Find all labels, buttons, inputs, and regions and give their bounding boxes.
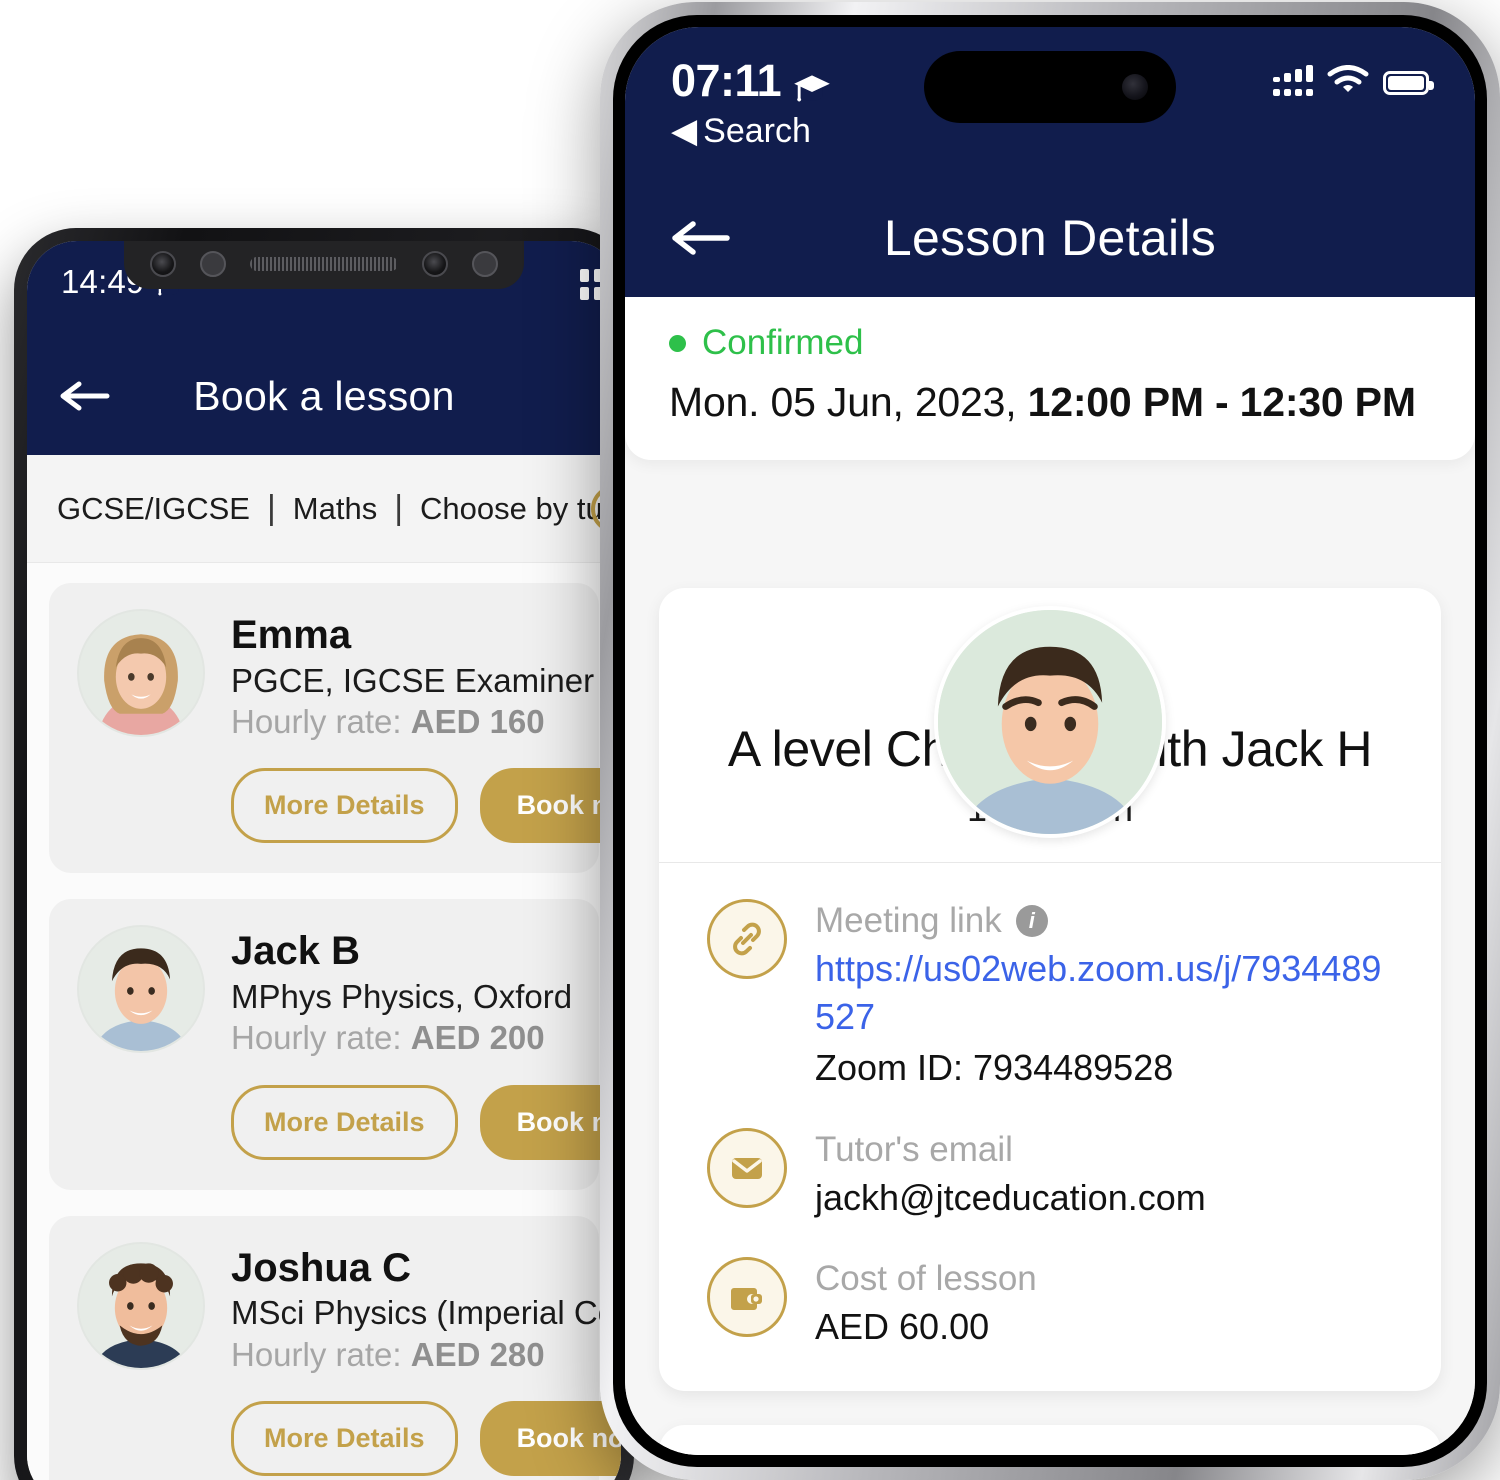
more-details-button[interactable]: More Details bbox=[231, 768, 458, 844]
tutor-email-body: Tutor's email jackh@jtceducation.com bbox=[815, 1128, 1393, 1222]
android-status-bar: 14:49 bbox=[27, 241, 621, 337]
tutor-rate: Hourly rate: AED 280 bbox=[231, 1335, 571, 1375]
status-badge: Confirmed bbox=[669, 323, 1431, 363]
android-phone-mockup: 14:49 Book a lesson GCSE/IGCSE | Maths |… bbox=[14, 228, 634, 1480]
android-screen: 14:49 Book a lesson GCSE/IGCSE | Maths |… bbox=[27, 241, 621, 1480]
meeting-link-row: Meeting link i https://us02web.zoom.us/j… bbox=[699, 863, 1401, 1092]
ios-app-header: Lesson Details bbox=[625, 179, 1475, 297]
ios-status-bar: 07:11 ◀ Search bbox=[625, 27, 1475, 179]
tutor-rate: Hourly rate: AED 160 bbox=[231, 702, 571, 742]
lesson-cost-label: Cost of lesson bbox=[815, 1259, 1037, 1299]
tutor-card[interactable]: Joshua C MSci Physics (Imperial College … bbox=[49, 1215, 621, 1480]
meeting-link-body: Meeting link i https://us02web.zoom.us/j… bbox=[815, 899, 1393, 1092]
avatar bbox=[934, 606, 1166, 838]
tutor-rate: Hourly rate: AED 200 bbox=[231, 1018, 571, 1058]
next-section-card[interactable] bbox=[659, 1424, 1441, 1455]
ambient-sensor-icon bbox=[472, 251, 498, 277]
tutor-qualification: MSci Physics (Imperial College bbox=[231, 1294, 621, 1332]
battery-icon bbox=[1383, 70, 1434, 95]
more-details-button[interactable]: More Details bbox=[231, 1084, 458, 1160]
tutor-card-top: Joshua C MSci Physics (Imperial College … bbox=[77, 1241, 621, 1375]
signal-bars-icon bbox=[1273, 64, 1313, 96]
avatar bbox=[77, 1241, 205, 1370]
lesson-cost-value: AED 60.00 bbox=[815, 1306, 990, 1348]
tutor-rate-label: Hourly rate: bbox=[231, 1019, 402, 1057]
tutor-qualification: PGCE, IGCSE Examiner bbox=[231, 661, 595, 699]
tutor-list: Emma PGCE, IGCSE Examiner Hourly rate: A… bbox=[27, 563, 621, 1480]
breadcrumb-item-level[interactable]: GCSE/IGCSE bbox=[57, 491, 250, 527]
tutor-name: Joshua C bbox=[231, 1245, 412, 1290]
envelope-icon bbox=[707, 1127, 787, 1208]
tutor-rate-label: Hourly rate: bbox=[231, 1335, 402, 1373]
tutor-info: Emma PGCE, IGCSE Examiner Hourly rate: A… bbox=[231, 609, 595, 742]
iphone-bezel: 07:11 ◀ Search Lesson Details Confirmed … bbox=[613, 15, 1487, 1467]
link-icon bbox=[707, 899, 787, 979]
iphone-screen: 07:11 ◀ Search Lesson Details Confirmed … bbox=[625, 27, 1475, 1455]
tutor-card[interactable]: Jack B MPhys Physics, Oxford Hourly rate… bbox=[49, 899, 621, 1190]
tutor-rate-value: AED 200 bbox=[410, 1019, 545, 1057]
lesson-time-range: 12:00 PM - 12:30 PM bbox=[1027, 379, 1416, 425]
tutor-name: Emma bbox=[231, 613, 352, 657]
lesson-date: Mon. 05 Jun, 2023, bbox=[669, 379, 1017, 425]
front-camera-secondary-icon bbox=[422, 251, 448, 277]
status-label: Confirmed bbox=[702, 323, 864, 362]
lesson-details-body: A level Chemistry with Jack H 1-1 lesson bbox=[625, 588, 1475, 1455]
page-title: Lesson Details bbox=[883, 210, 1217, 266]
dynamic-island bbox=[924, 51, 1176, 123]
avatar bbox=[77, 925, 205, 1054]
meeting-link-url[interactable]: https://us02web.zoom.us/j/7934489527 bbox=[815, 945, 1393, 1040]
tutor-rate-label: Hourly rate: bbox=[231, 703, 402, 741]
tutor-card-actions: More Details Book now bbox=[77, 768, 621, 844]
proximity-sensor-icon bbox=[200, 251, 226, 277]
tutor-card-top: Emma PGCE, IGCSE Examiner Hourly rate: A… bbox=[77, 609, 595, 742]
front-camera-icon bbox=[1122, 74, 1148, 100]
tutor-card-actions: More Details Book now bbox=[77, 1084, 621, 1160]
info-icon[interactable]: i bbox=[1015, 905, 1048, 937]
back-to-search-label: Search bbox=[703, 111, 811, 150]
android-app-header: Book a lesson bbox=[27, 337, 621, 455]
ios-status-icons bbox=[1273, 64, 1434, 100]
tutor-qualification: MPhys Physics, Oxford bbox=[231, 978, 573, 1016]
wallet-icon bbox=[707, 1257, 787, 1338]
tutor-info: Jack B MPhys Physics, Oxford Hourly rate… bbox=[231, 925, 573, 1058]
zoom-id-value: Zoom ID: 7934489528 bbox=[815, 1047, 1174, 1089]
avatar bbox=[77, 609, 205, 737]
back-caret-icon: ◀ bbox=[671, 112, 698, 150]
status-dot-icon bbox=[669, 334, 686, 352]
tutor-rate-value: AED 280 bbox=[410, 1335, 545, 1373]
tutor-email-value[interactable]: jackh@jtceducation.com bbox=[815, 1174, 1393, 1222]
more-details-button[interactable]: More Details bbox=[231, 1400, 458, 1476]
lesson-status-card: Confirmed Mon. 05 Jun, 2023, 12:00 PM - … bbox=[625, 297, 1475, 460]
tutor-email-row: Tutor's email jackh@jtceducation.com bbox=[699, 1092, 1401, 1222]
breadcrumb-item-subject[interactable]: Maths bbox=[293, 491, 377, 527]
screenshot-stage: 14:49 Book a lesson GCSE/IGCSE | Maths |… bbox=[0, 0, 1500, 1480]
breadcrumb-separator-1: | bbox=[266, 489, 276, 527]
back-arrow-icon[interactable] bbox=[57, 374, 113, 418]
breadcrumb-separator-2: | bbox=[394, 489, 404, 527]
android-notch bbox=[124, 241, 524, 289]
back-arrow-icon[interactable] bbox=[669, 214, 733, 262]
ios-status-time: 07:11 bbox=[671, 55, 782, 106]
iphone-mockup: 07:11 ◀ Search Lesson Details Confirmed … bbox=[600, 2, 1500, 1480]
tutor-card-top: Jack B MPhys Physics, Oxford Hourly rate… bbox=[77, 925, 573, 1058]
tutor-rate-value: AED 160 bbox=[410, 703, 545, 741]
book-now-button[interactable]: Book now bbox=[479, 1400, 621, 1476]
tutor-card-actions: More Details Book now bbox=[77, 1400, 621, 1476]
breadcrumb: GCSE/IGCSE | Maths | Choose by tutor bbox=[27, 455, 621, 563]
tutor-info: Joshua C MSci Physics (Imperial College … bbox=[231, 1242, 621, 1375]
lesson-cost-body: Cost of lesson AED 60.00 bbox=[815, 1257, 1393, 1351]
meeting-link-label: Meeting link bbox=[815, 901, 1002, 940]
meeting-link-label-group: Meeting link i bbox=[815, 901, 1393, 941]
graduation-cap-icon bbox=[793, 65, 831, 102]
lesson-schedule: Mon. 05 Jun, 2023, 12:00 PM - 12:30 PM bbox=[669, 379, 1431, 426]
tutor-name: Jack B bbox=[231, 929, 360, 974]
lesson-cost-row: Cost of lesson AED 60.00 bbox=[699, 1221, 1401, 1351]
earpiece-speaker bbox=[250, 257, 398, 271]
front-camera-icon bbox=[150, 251, 176, 277]
tutor-card[interactable]: Emma PGCE, IGCSE Examiner Hourly rate: A… bbox=[49, 583, 621, 874]
tutor-email-label: Tutor's email bbox=[815, 1129, 1013, 1169]
page-title: Book a lesson bbox=[193, 372, 455, 419]
wifi-icon bbox=[1327, 65, 1369, 100]
